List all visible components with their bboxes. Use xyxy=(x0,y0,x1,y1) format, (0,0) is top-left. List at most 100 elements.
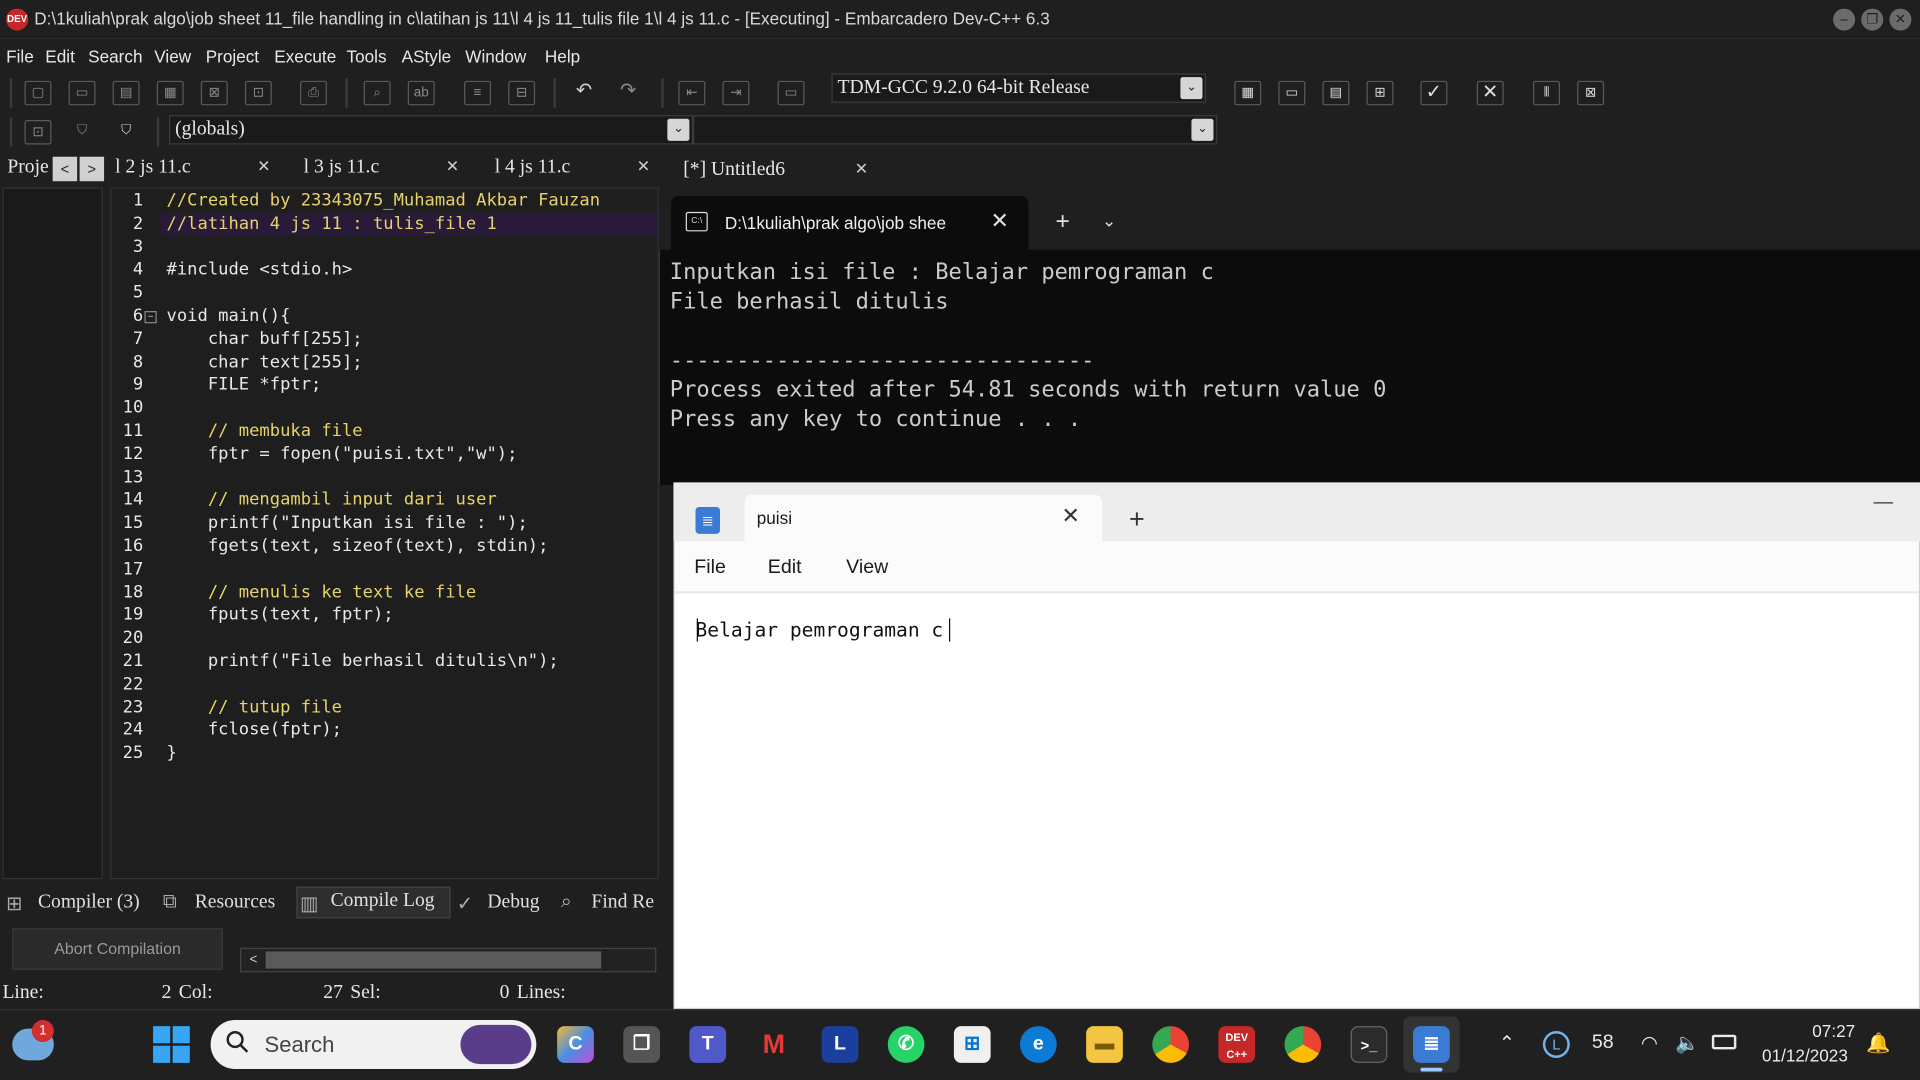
fold-toggle-icon[interactable]: − xyxy=(144,311,157,324)
unindent-icon[interactable]: ⊟ xyxy=(508,80,536,106)
chevron-down-icon[interactable]: ⌄ xyxy=(1180,77,1203,100)
task-view-icon[interactable]: ❐ xyxy=(623,1026,661,1063)
code-line[interactable]: // membuka file xyxy=(167,421,363,441)
code-line[interactable]: char text[255]; xyxy=(167,352,363,372)
function-select[interactable]: ⌄ xyxy=(693,115,1218,145)
project-panel-tab[interactable]: Proje xyxy=(7,157,48,186)
microsoft-store-icon[interactable]: ⊞ xyxy=(953,1026,991,1063)
window-icon[interactable]: ▭ xyxy=(1278,80,1306,106)
save-icon[interactable]: ▤ xyxy=(112,80,140,106)
windows-start-icon[interactable] xyxy=(153,1026,190,1063)
clock-time[interactable]: 07:27 xyxy=(1812,1021,1855,1041)
notepad-taskbar-icon[interactable]: ≣ xyxy=(1413,1026,1450,1063)
close-icon[interactable]: ✕ xyxy=(637,157,650,177)
copilot-icon[interactable]: C xyxy=(557,1026,594,1063)
minimize-icon[interactable]: — xyxy=(1873,492,1893,514)
close-all-icon[interactable]: ⊡ xyxy=(244,80,272,106)
launcher-l-icon[interactable]: L xyxy=(821,1026,859,1063)
chevron-down-icon[interactable]: ⌄ xyxy=(1102,211,1116,232)
notepad-menu-file[interactable]: File xyxy=(694,557,726,579)
edge-icon[interactable]: e xyxy=(1020,1026,1057,1063)
menu-execute[interactable]: Execute xyxy=(274,47,336,67)
code-line[interactable]: //Created by 23343075_Muhamad Akbar Fauz… xyxy=(167,191,600,211)
menu-help[interactable]: Help xyxy=(545,47,580,67)
compiler-select[interactable]: TDM-GCC 9.2.0 64-bit Release ⌄ xyxy=(831,73,1207,103)
delete-icon[interactable]: ⊠ xyxy=(1577,80,1605,106)
code-line[interactable]: // tutup file xyxy=(167,697,342,717)
horizontal-scrollbar[interactable]: < xyxy=(240,947,657,973)
calendar-icon[interactable]: ▤ xyxy=(1322,80,1350,106)
code-line[interactable]: printf("Inputkan isi file : "); xyxy=(167,513,528,533)
notepad-content[interactable]: Belajar pemrograman c xyxy=(696,618,944,641)
file-explorer-icon[interactable]: ▬ xyxy=(1086,1026,1123,1063)
abort-compilation-button[interactable]: Abort Compilation xyxy=(12,928,223,970)
chevron-up-icon[interactable]: ⌃ xyxy=(1499,1031,1515,1055)
chevron-down-icon[interactable]: ⌄ xyxy=(1191,118,1214,141)
menu-file[interactable]: File xyxy=(6,47,34,67)
tab-l4js11[interactable]: l 4 js 11.c ✕ xyxy=(495,157,660,186)
code-line[interactable]: FILE *fptr; xyxy=(167,375,322,395)
class-browser-icon[interactable]: ⊡ xyxy=(24,120,52,145)
close-icon[interactable]: ✕ xyxy=(257,157,270,177)
menu-search[interactable]: Search xyxy=(88,47,142,67)
chrome-profile-icon[interactable] xyxy=(1284,1026,1322,1063)
replace-icon[interactable]: ab xyxy=(407,80,435,106)
battery-icon[interactable] xyxy=(1711,1034,1737,1050)
new-tab-plus-icon[interactable]: + xyxy=(1129,503,1145,535)
notification-bell-icon[interactable]: 🔔 xyxy=(1866,1031,1890,1055)
menu-window[interactable]: Window xyxy=(465,47,526,67)
tab-compile-log[interactable]: Compile Log xyxy=(331,890,435,912)
indent-icon[interactable]: ≡ xyxy=(464,80,492,106)
menu-view[interactable]: View xyxy=(154,47,191,67)
notepad-menu-view[interactable]: View xyxy=(846,557,888,579)
code-line[interactable]: // menulis ke text ke file xyxy=(167,582,477,602)
devcpp-taskbar-icon[interactable]: DEV C++ xyxy=(1218,1026,1256,1063)
close-icon[interactable]: ✕ xyxy=(1062,503,1080,529)
check-icon[interactable]: ✓ xyxy=(1420,80,1448,106)
cross-icon[interactable]: ✕ xyxy=(1476,80,1504,106)
code-line[interactable]: // mengambil input dari user xyxy=(167,490,497,510)
tab-l3js11[interactable]: l 3 js 11.c ✕ xyxy=(304,157,469,186)
code-line[interactable]: fputs(text, fptr); xyxy=(167,605,394,625)
code-editor[interactable]: 1 2 3 4 5 6 7 8 9 10 11 12 13 14 15 16 17 18 19 20 21 22 23 24 2… xyxy=(110,187,659,880)
devcpp-app-icon[interactable]: DEV xyxy=(6,8,29,31)
terminal-taskbar-icon[interactable]: >_ xyxy=(1350,1026,1388,1063)
tab-l2js11[interactable]: l 2 js 11.c ✕ xyxy=(115,157,280,186)
code-line[interactable]: } xyxy=(167,744,177,764)
bookmark-icon[interactable]: ⛉ xyxy=(69,120,96,144)
code-line[interactable]: //latihan 4 js 11 : tulis_file 1 xyxy=(167,214,497,234)
open-folder-icon[interactable]: ▭ xyxy=(68,80,96,106)
wifi-icon[interactable]: ◠ xyxy=(1641,1031,1658,1055)
tab-find-results[interactable]: Find Re xyxy=(591,891,654,913)
teams-icon[interactable]: T xyxy=(689,1026,727,1063)
code-line[interactable]: char buff[255]; xyxy=(167,329,363,349)
project-panel[interactable] xyxy=(2,187,103,880)
notepad-tab[interactable]: puisi ✕ xyxy=(744,494,1103,544)
language-l-icon[interactable]: L xyxy=(1542,1031,1570,1058)
terminal-tab[interactable]: C:\ D:\1kuliah\prak algo\job shee ✕ xyxy=(671,195,1029,250)
tab-compiler[interactable]: Compiler (3) xyxy=(38,891,140,913)
close-icon[interactable]: ✕ xyxy=(446,157,459,177)
tiles-icon[interactable]: ⊞ xyxy=(1366,80,1394,106)
tab-resources[interactable]: Resources xyxy=(195,891,276,913)
minimize-button[interactable]: – xyxy=(1833,8,1856,31)
chevron-right-icon[interactable]: > xyxy=(79,156,105,182)
grid-view-icon[interactable]: ▦ xyxy=(1234,80,1262,106)
comment-icon[interactable]: ▭ xyxy=(777,80,805,106)
menu-project[interactable]: Project xyxy=(206,47,259,67)
tab-untitled6[interactable]: [*] Untitled6 ✕ xyxy=(683,159,879,188)
menu-tools[interactable]: Tools xyxy=(347,47,387,67)
code-line[interactable]: printf("File berhasil ditulis\n"); xyxy=(167,651,559,671)
notepad-text-area[interactable] xyxy=(674,593,1919,1008)
whatsapp-icon[interactable]: ✆ xyxy=(887,1026,925,1063)
code-line[interactable]: fgets(text, sizeof(text), stdin); xyxy=(167,536,549,556)
clock-date[interactable]: 01/12/2023 xyxy=(1762,1046,1848,1066)
menu-astyle[interactable]: AStyle xyxy=(402,47,452,67)
print-icon[interactable]: ⎙ xyxy=(300,80,327,106)
scope-select[interactable]: (globals) ⌄ xyxy=(168,115,694,145)
close-icon[interactable]: ✕ xyxy=(855,159,868,179)
new-tab-plus-icon[interactable]: + xyxy=(1056,208,1070,236)
bookmarks-icon[interactable]: ⛉ xyxy=(113,120,140,144)
notepad-menu-edit[interactable]: Edit xyxy=(768,557,802,579)
code-line[interactable]: #include <stdio.h> xyxy=(167,260,353,280)
